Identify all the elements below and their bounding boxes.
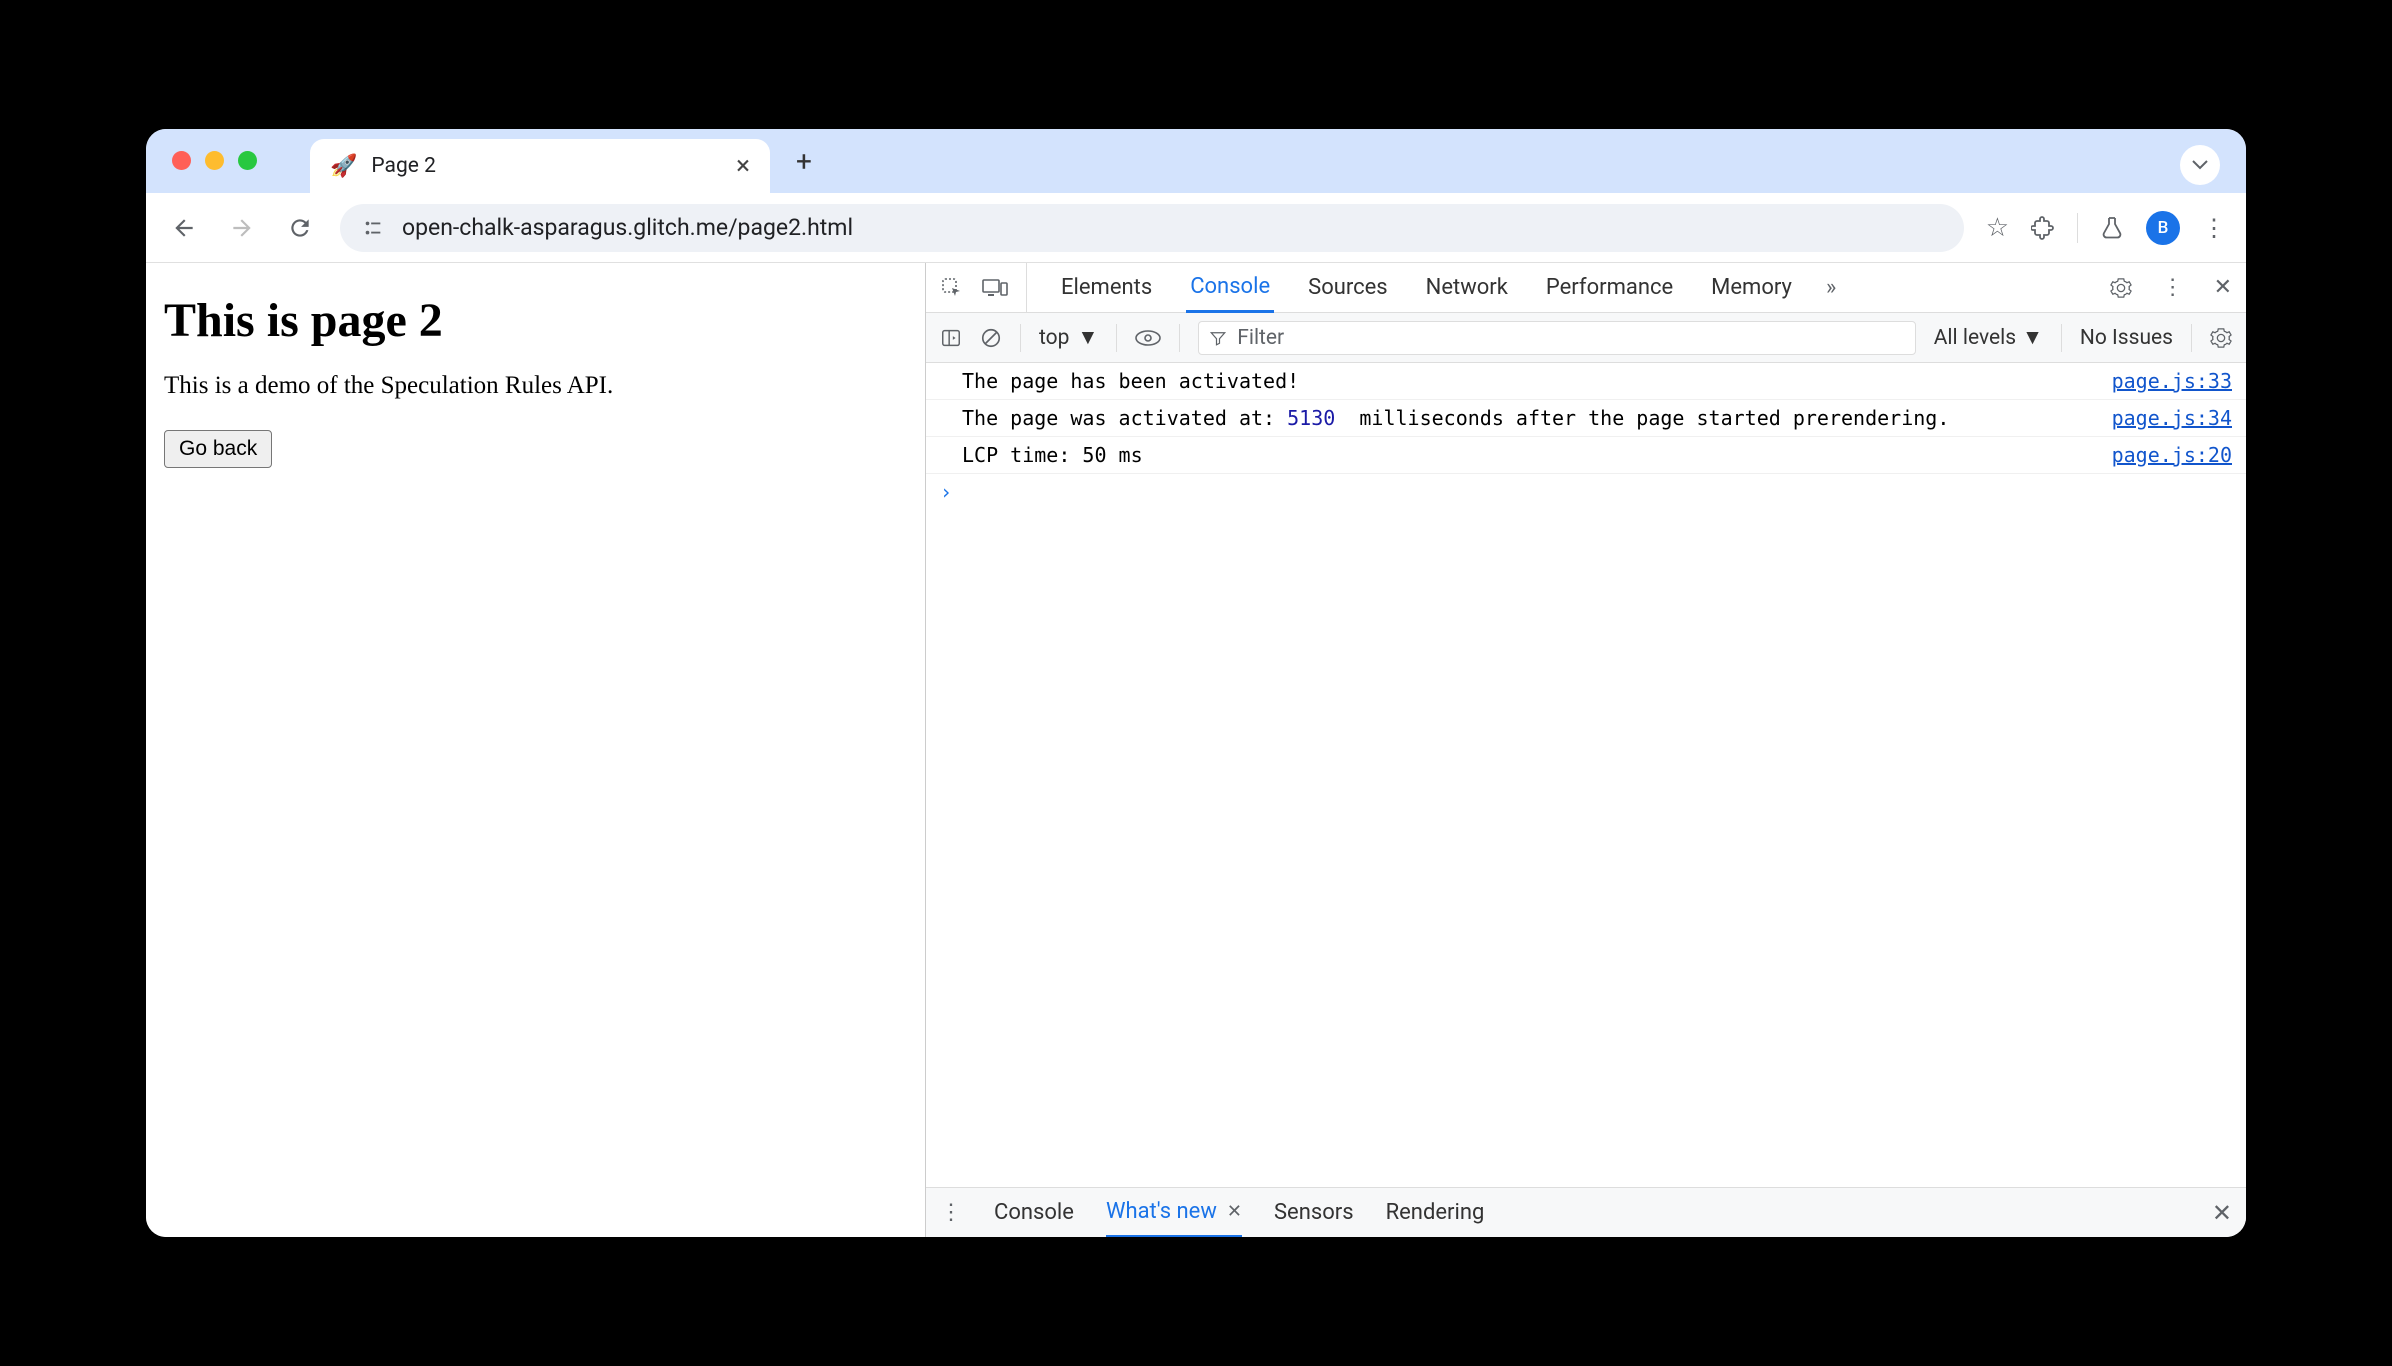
tab-network[interactable]: Network	[1422, 263, 1512, 312]
menu-icon[interactable]: ⋮	[2202, 214, 2226, 242]
url-text: open-chalk-asparagus.glitch.me/page2.htm…	[402, 214, 853, 241]
log-source-link[interactable]: page.js:33	[2112, 369, 2232, 393]
log-source-link[interactable]: page.js:34	[2112, 406, 2232, 430]
filter-icon	[1209, 329, 1227, 347]
browser-window: 🚀 Page 2 × + open-chalk-asparagus.glitch…	[146, 129, 2246, 1237]
go-back-button[interactable]: Go back	[164, 430, 272, 468]
site-info-icon[interactable]	[362, 217, 384, 239]
log-message: The page has been activated!	[962, 369, 2092, 393]
page-paragraph: This is a demo of the Speculation Rules …	[164, 372, 907, 400]
close-devtools-icon[interactable]: ✕	[2214, 275, 2232, 300]
context-selector[interactable]: top ▼	[1039, 326, 1098, 350]
divider	[2077, 213, 2078, 243]
maximize-window-icon[interactable]	[238, 151, 257, 170]
content-area: This is page 2 This is a demo of the Spe…	[146, 263, 2246, 1237]
devtools-tabs: Elements Console Sources Network Perform…	[926, 263, 2246, 313]
close-window-icon[interactable]	[172, 151, 191, 170]
devtools-panel: Elements Console Sources Network Perform…	[926, 263, 2246, 1237]
inspect-icon[interactable]	[940, 276, 964, 300]
console-log: The page has been activated! page.js:33 …	[926, 363, 2246, 1187]
console-settings-icon[interactable]	[2210, 327, 2232, 349]
log-message: LCP time: 50 ms	[962, 443, 2092, 467]
extensions-icon[interactable]	[2031, 216, 2055, 240]
new-tab-button[interactable]: +	[786, 143, 822, 179]
log-source-link[interactable]: page.js:20	[2112, 443, 2232, 467]
close-drawer-icon[interactable]: ✕	[2212, 1199, 2232, 1227]
live-expression-icon[interactable]	[1135, 329, 1161, 347]
drawer-tab-whatsnew[interactable]: What's new ✕	[1106, 1189, 1242, 1238]
close-tab-icon[interactable]: ×	[736, 153, 750, 179]
close-drawer-tab-icon[interactable]: ✕	[1227, 1201, 1242, 1222]
minimize-window-icon[interactable]	[205, 151, 224, 170]
log-row: The page has been activated! page.js:33	[926, 363, 2246, 400]
devtools-menu-icon[interactable]: ⋮	[2162, 275, 2184, 300]
page-heading: This is page 2	[164, 293, 907, 348]
address-bar[interactable]: open-chalk-asparagus.glitch.me/page2.htm…	[340, 204, 1964, 252]
log-row: LCP time: 50 ms page.js:20	[926, 437, 2246, 474]
toggle-sidebar-icon[interactable]	[940, 327, 962, 349]
drawer-tab-rendering[interactable]: Rendering	[1386, 1188, 1485, 1237]
toolbar: open-chalk-asparagus.glitch.me/page2.htm…	[146, 193, 2246, 263]
device-toggle-icon[interactable]	[982, 277, 1008, 299]
forward-button[interactable]	[224, 210, 260, 246]
tab-memory[interactable]: Memory	[1707, 263, 1796, 312]
log-message: The page was activated at: 5130 millisec…	[962, 406, 2092, 430]
traffic-lights	[172, 151, 257, 170]
filter-input[interactable]: Filter	[1198, 321, 1916, 355]
browser-tab[interactable]: 🚀 Page 2 ×	[310, 139, 770, 193]
clear-console-icon[interactable]	[980, 327, 1002, 349]
bookmark-icon[interactable]: ☆	[1986, 213, 2009, 243]
tab-sources[interactable]: Sources	[1304, 263, 1392, 312]
drawer-menu-icon[interactable]: ⋮	[940, 1200, 962, 1225]
console-toolbar: top ▼ Filter All levels ▼ No Issues	[926, 313, 2246, 363]
issues-label: No Issues	[2080, 326, 2173, 350]
profile-avatar[interactable]: B	[2146, 211, 2180, 245]
toolbar-right: ☆ B ⋮	[1986, 211, 2226, 245]
devtools-drawer: ⋮ Console What's new ✕ Sensors Rendering…	[926, 1187, 2246, 1237]
tab-performance[interactable]: Performance	[1542, 263, 1677, 312]
devtools-toolbar-left	[940, 263, 1027, 312]
favicon-icon: 🚀	[330, 154, 357, 179]
reload-button[interactable]	[282, 210, 318, 246]
more-tabs-icon[interactable]: »	[1826, 275, 1836, 300]
tab-elements[interactable]: Elements	[1057, 263, 1156, 312]
tab-title: Page 2	[371, 154, 722, 178]
page-content: This is page 2 This is a demo of the Spe…	[146, 263, 926, 1237]
tab-console[interactable]: Console	[1186, 264, 1274, 313]
drawer-tab-console[interactable]: Console	[994, 1188, 1074, 1237]
settings-icon[interactable]	[2110, 277, 2132, 299]
tab-strip: 🚀 Page 2 × +	[146, 129, 2246, 193]
console-prompt[interactable]: ›	[926, 474, 2246, 510]
log-row: The page was activated at: 5130 millisec…	[926, 400, 2246, 437]
tab-overflow-button[interactable]	[2180, 145, 2220, 185]
back-button[interactable]	[166, 210, 202, 246]
drawer-tab-sensors[interactable]: Sensors	[1274, 1188, 1354, 1237]
log-levels-selector[interactable]: All levels ▼	[1934, 326, 2043, 350]
filter-placeholder: Filter	[1237, 326, 1284, 350]
labs-icon[interactable]	[2100, 216, 2124, 240]
